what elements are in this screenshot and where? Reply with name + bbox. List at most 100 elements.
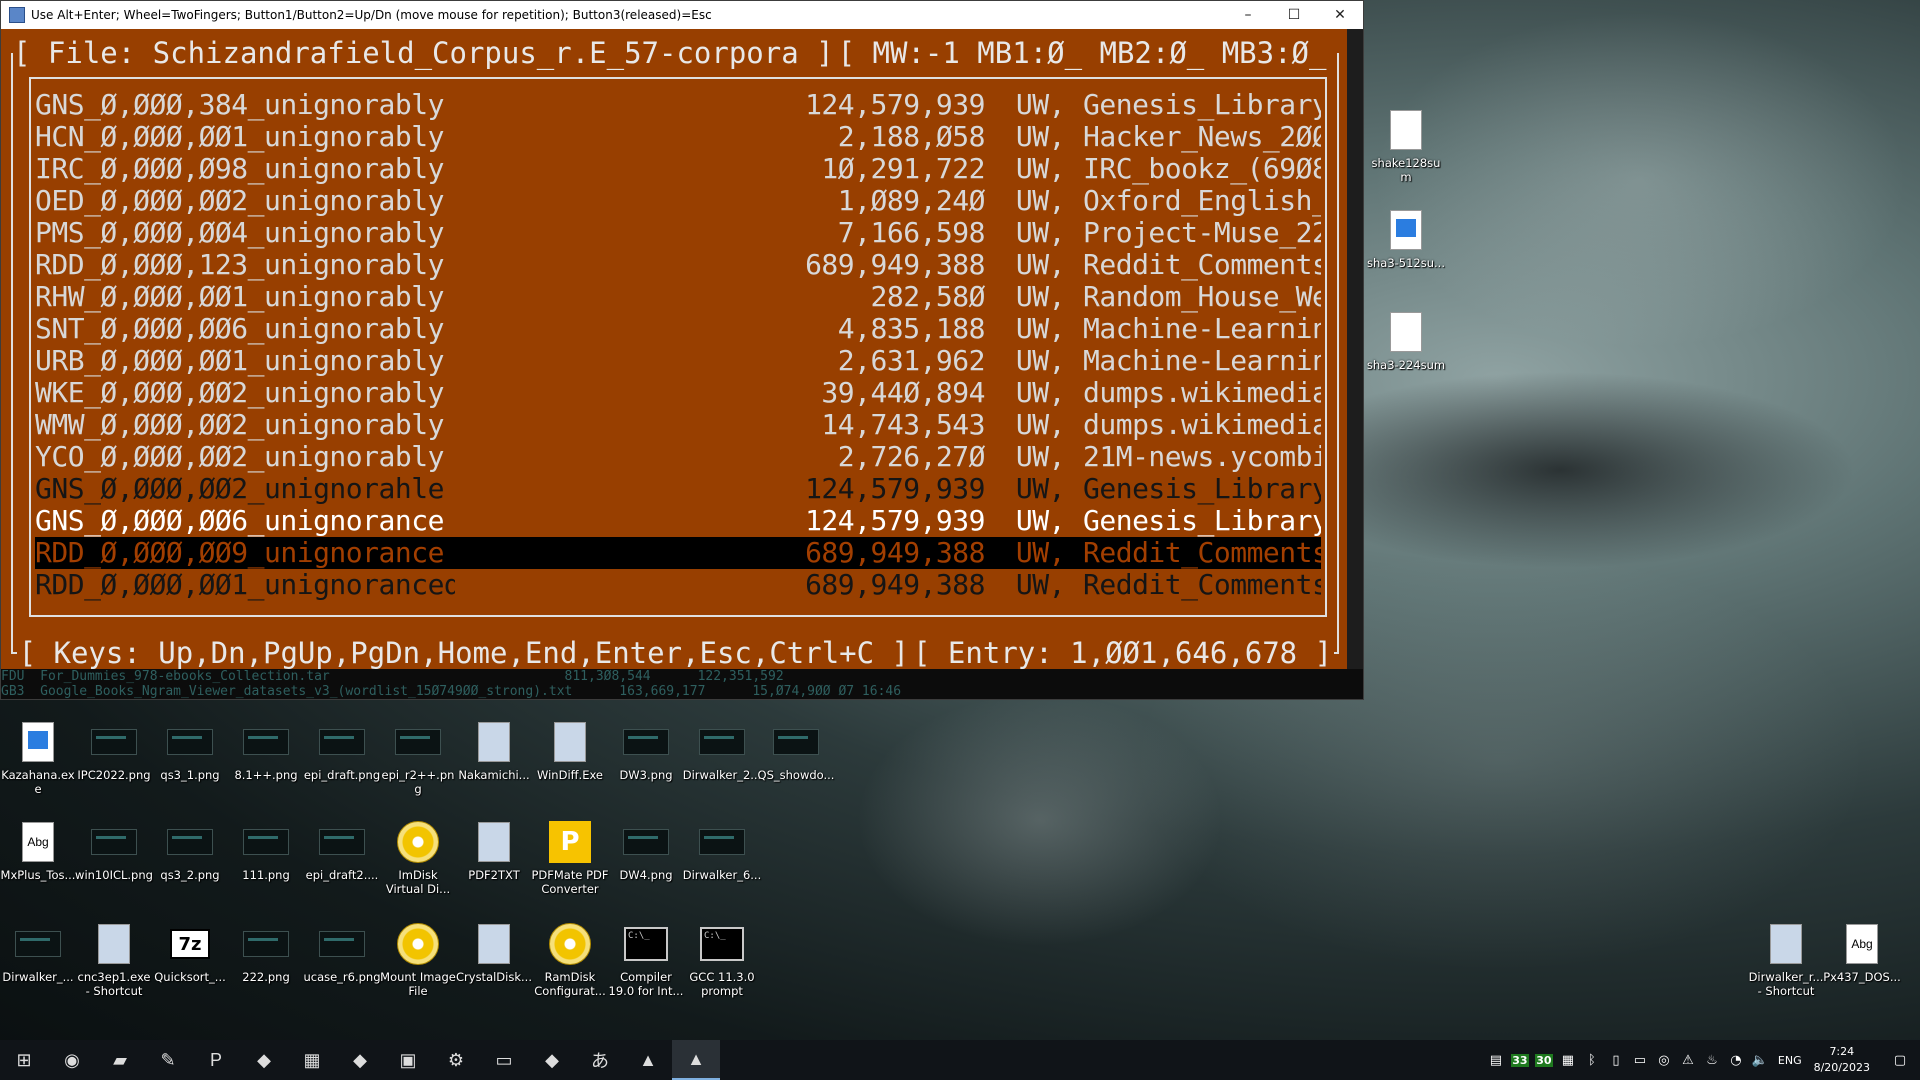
window-titlebar[interactable]: Use Alt+Enter; Wheel=TwoFingers; Button1… <box>1 1 1363 29</box>
close-button[interactable]: ✕ <box>1317 1 1363 29</box>
entry-row[interactable]: OED_Ø,ØØØ,ØØ2_unignorably 1,Ø89,24Ø UW, Oxf… <box>35 185 1321 217</box>
settings-icon[interactable]: ⚙ <box>432 1040 480 1080</box>
desktop-icon[interactable]: P PDFMate PDF Converter <box>531 820 609 896</box>
file-header: [ File: Schizandrafield_Corpus_r.E_57-co… <box>13 36 834 70</box>
entry-row[interactable]: RDD_Ø,ØØØ,123_unignorably 689,949,388 UW, R… <box>35 249 1321 281</box>
desktop-icon[interactable]: qs3_1.png <box>152 720 228 782</box>
desktop-icon[interactable]: shake128sum <box>1368 108 1444 184</box>
volume-icon[interactable]: 🔈 <box>1748 1053 1772 1068</box>
desktop-icon[interactable]: Abg MxPlus_Tos... <box>0 820 76 882</box>
entry-row[interactable]: GNS_Ø,ØØØ,ØØ6_unignorance 124,579,939 UW, G… <box>35 505 1321 537</box>
image-viewer-icon[interactable]: ▣ <box>384 1040 432 1080</box>
desktop-icon[interactable]: ImDisk Virtual Di... <box>380 820 456 896</box>
translate-icon[interactable]: あ <box>576 1040 624 1080</box>
desktop-icon[interactable]: Abg Px437_DOS... <box>1823 922 1901 984</box>
desktop-icon[interactable]: epi_draft.png <box>304 720 380 782</box>
desktop-icon[interactable]: PDF2TXT <box>456 820 532 882</box>
minimize-button[interactable]: – <box>1225 1 1271 29</box>
desktop-icon[interactable]: C:\_ GCC 11.3.0 prompt <box>684 922 760 998</box>
meter-icon[interactable]: ◔ <box>1724 1053 1748 1068</box>
desktop-icon[interactable]: IPC2022.png <box>76 720 152 782</box>
entry-row[interactable]: URB_Ø,ØØØ,ØØ1_unignorably 2,631,962 UW, Mac… <box>35 345 1321 377</box>
desktop-icon[interactable]: DW3.png <box>608 720 684 782</box>
calculator-icon[interactable]: ▦ <box>288 1040 336 1080</box>
desktop-icon[interactable]: sha3-224sum <box>1367 310 1445 372</box>
desktop-icon[interactable]: Kazahana.exe <box>0 720 76 796</box>
desktop-icon[interactable]: Mount Image File <box>380 922 456 998</box>
tray-monitor-icon[interactable]: ▦ <box>1556 1053 1580 1068</box>
pdfmate-icon[interactable]: P <box>192 1040 240 1080</box>
console-window[interactable]: Use Alt+Enter; Wheel=TwoFingers; Button1… <box>0 0 1364 700</box>
terminal-icon[interactable]: ▭ <box>480 1040 528 1080</box>
desktop-icon[interactable]: DW4.png <box>608 820 684 882</box>
desktop-icon-label: WinDiff.Exe <box>536 768 604 782</box>
entry-row[interactable]: WMW_Ø,ØØØ,ØØ2_unignorably 14,743,543 UW, du… <box>35 409 1321 441</box>
firefox-icon[interactable]: ◉ <box>48 1040 96 1080</box>
entry-row[interactable]: IRC_Ø,ØØØ,Ø98_unignorably 1Ø,291,722 UW, IR… <box>35 153 1321 185</box>
entry-row[interactable]: PMS_Ø,ØØØ,ØØ4_unignorably 7,166,598 UW, Pro… <box>35 217 1321 249</box>
entry-row[interactable]: RDD_Ø,ØØØ,ØØ1_unignoranced 689,949,388 UW,… <box>35 569 1321 601</box>
desktop-icon[interactable]: ucase_r6.png <box>303 922 381 984</box>
console-scrollbar[interactable] <box>1347 29 1363 669</box>
usb-icon[interactable]: ▯ <box>1604 1053 1628 1068</box>
entry-count-value: 2,188,Ø58 <box>837 121 985 153</box>
desktop-icon[interactable]: QS_showdo... <box>758 720 834 782</box>
notepad-icon[interactable]: ✎ <box>144 1040 192 1080</box>
exe-icon <box>1382 208 1430 252</box>
app-icon[interactable]: ◆ <box>240 1040 288 1080</box>
desktop-icon[interactable]: CrystalDisk... <box>456 922 532 984</box>
desktop-icon[interactable]: sha3-512su... <box>1367 208 1445 270</box>
antivirus-icon[interactable]: ⚠ <box>1676 1053 1700 1068</box>
desktop-icon[interactable]: WinDiff.Exe <box>532 720 608 782</box>
desktop-icon[interactable]: epi_r2++.png <box>380 720 456 796</box>
entry-unit: UW, <box>1015 249 1065 281</box>
desktop-icon[interactable]: Nakamichi... <box>456 720 532 782</box>
entry-row[interactable]: HCN_Ø,ØØØ,ØØ1_unignorably 2,188,Ø58 UW, Hac… <box>35 121 1321 153</box>
network-icon[interactable]: ◎ <box>1652 1053 1676 1068</box>
entry-row[interactable]: WKE_Ø,ØØØ,ØØ2_unignorably 39,44Ø,894 UW, du… <box>35 377 1321 409</box>
app-icon[interactable]: ◆ <box>336 1040 384 1080</box>
desktop-icon[interactable]: cnc3ep1.exe - Shortcut <box>76 922 152 998</box>
bluetooth-icon[interactable]: ᛒ <box>1580 1053 1604 1068</box>
desktop-icon[interactable]: win10ICL.png <box>75 820 153 882</box>
desktop-icon[interactable]: Dirwalker_6... <box>683 820 761 882</box>
maximize-button[interactable]: ☐ <box>1271 1 1317 29</box>
desktop-icon[interactable]: qs3_2.png <box>152 820 228 882</box>
desktop-icon[interactable]: 8.1++.png <box>228 720 304 782</box>
entry-row[interactable]: GNS_Ø,ØØØ,ØØ2_unignorahle 124,579,939 UW, G… <box>35 473 1321 505</box>
entry-source: Reddit_Comments_(J <box>1083 569 1321 601</box>
desktop-icon-label: Dirwalker_r... - Shortcut <box>1748 970 1824 998</box>
notifications-icon[interactable]: ▢ <box>1880 1053 1920 1068</box>
entry-source: Hacker_News_2ØØ6_t <box>1083 121 1321 153</box>
desktop-icon[interactable]: C:\_ Compiler 19.0 for Int... <box>608 922 684 998</box>
desktop-icon[interactable]: RamDisk Configurat... <box>532 922 608 998</box>
desktop-icon[interactable]: 222.png <box>228 922 304 984</box>
desktop-icon[interactable]: Dirwalker_... <box>0 922 76 984</box>
selected-entry-row[interactable]: RDD_Ø,ØØØ,ØØ9_unignorance 689,949,388 UW, R… <box>35 537 1321 569</box>
flame-icon[interactable]: ♨ <box>1700 1053 1724 1068</box>
console-icon[interactable]: ▲ <box>624 1040 672 1080</box>
entry-list[interactable]: GNS_Ø,ØØØ,384_unignorably 124,579,939 UW, G… <box>35 89 1321 601</box>
file-explorer-icon[interactable]: ▰ <box>96 1040 144 1080</box>
battery-icon[interactable]: ▭ <box>1628 1053 1652 1068</box>
app-icon[interactable]: ◆ <box>528 1040 576 1080</box>
tray-badge-1[interactable]: 33 <box>1510 1053 1529 1067</box>
exe-icon <box>14 720 62 764</box>
console-icon[interactable]: ▲ <box>672 1040 720 1080</box>
entry-row[interactable]: RHW_Ø,ØØØ,ØØ1_unignorably 282,58Ø UW, Rando… <box>35 281 1321 313</box>
desktop-icon[interactable]: 111.png <box>228 820 304 882</box>
windows-start-icon[interactable]: ⊞ <box>0 1040 48 1080</box>
entry-row[interactable]: YCO_Ø,ØØØ,ØØ2_unignorably 2,726,27Ø UW, 21M… <box>35 441 1321 473</box>
desktop-icon-label: GCC 11.3.0 prompt <box>689 970 755 998</box>
desktop-icon[interactable]: Dirwalker_2... <box>683 720 761 782</box>
clock[interactable]: 7:24 8/20/2023 <box>1814 1044 1870 1076</box>
desktop-icon[interactable]: Dirwalker_r... - Shortcut <box>1748 922 1824 998</box>
desktop-icon[interactable]: epi_draft2.... <box>304 820 380 882</box>
entry-row[interactable]: SNT_Ø,ØØØ,ØØ6_unignorably 4,835,188 UW, Mac… <box>35 313 1321 345</box>
desktop-icon[interactable]: 7z Quicksort_... <box>152 922 228 984</box>
console-area[interactable]: [ File: Schizandrafield_Corpus_r.E_57-co… <box>1 29 1361 670</box>
entry-row[interactable]: GNS_Ø,ØØØ,384_unignorably 124,579,939 UW, G… <box>35 89 1321 121</box>
tray-badge-2[interactable]: 30 <box>1534 1053 1553 1067</box>
tray-app-icon[interactable]: ▤ <box>1484 1053 1508 1068</box>
language-indicator[interactable]: ENG <box>1778 1054 1802 1067</box>
